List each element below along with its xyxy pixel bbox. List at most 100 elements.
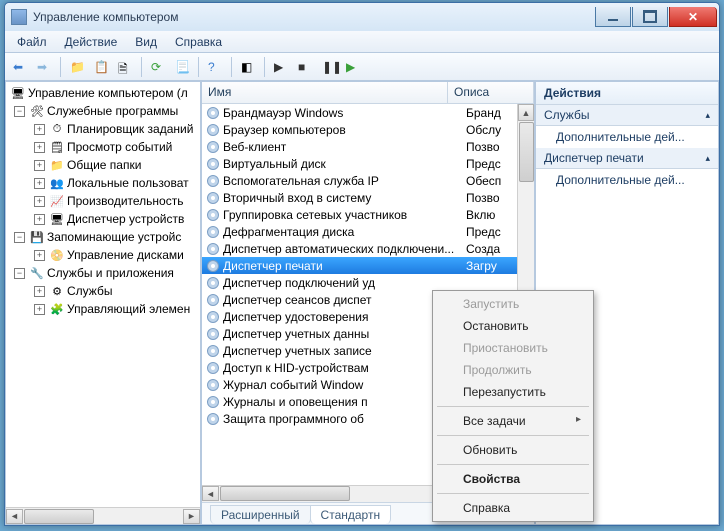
export-button[interactable]: 🗎 xyxy=(114,56,136,78)
menu-file[interactable]: Файл xyxy=(9,33,55,51)
tree-group[interactable]: −🔧Службы и приложения xyxy=(8,264,200,282)
service-name: Веб-клиент xyxy=(223,140,463,154)
context-item[interactable]: Перезапустить xyxy=(435,381,591,403)
group-icon: 💾 xyxy=(29,229,45,245)
tree-item[interactable]: +👥Локальные пользоват xyxy=(8,174,200,192)
tree-label: Служебные программы xyxy=(47,104,178,118)
service-row[interactable]: Вторичный вход в системуПозво xyxy=(202,189,534,206)
properties-button[interactable]: 📋 xyxy=(90,56,112,78)
tree-label: Локальные пользоват xyxy=(67,176,189,190)
action-item[interactable]: Дополнительные дей... xyxy=(536,126,718,148)
scroll-left-icon[interactable]: ◄ xyxy=(6,509,23,524)
pause-button[interactable]: ❚❚ xyxy=(318,56,340,78)
back-button[interactable]: ⬅ xyxy=(9,56,31,78)
service-row[interactable]: Вспомогательная служба IPОбесп xyxy=(202,172,534,189)
scroll-thumb[interactable] xyxy=(220,486,350,501)
expand-icon[interactable]: + xyxy=(34,160,45,171)
context-item[interactable]: Все задачи xyxy=(435,410,591,432)
up-button[interactable]: 📁 xyxy=(66,56,88,78)
gear-icon xyxy=(206,259,220,273)
stop-button[interactable]: ■ xyxy=(294,56,316,78)
scroll-right-icon[interactable]: ► xyxy=(183,509,200,524)
col-name[interactable]: Имя xyxy=(202,82,448,103)
context-item[interactable]: Свойства xyxy=(435,468,591,490)
tree-item[interactable]: +📁Общие папки xyxy=(8,156,200,174)
maximize-button[interactable] xyxy=(632,7,668,27)
tab-standard[interactable]: Стандартн xyxy=(310,505,392,524)
service-row[interactable]: Брандмауэр WindowsБранд xyxy=(202,104,534,121)
restart-button[interactable]: ▶ xyxy=(342,56,364,78)
gear-icon xyxy=(206,378,220,392)
minimize-button[interactable] xyxy=(595,7,631,27)
menu-separator xyxy=(437,406,589,407)
menu-action[interactable]: Действие xyxy=(57,33,126,51)
tree-group[interactable]: −💾Запоминающие устройс xyxy=(8,228,200,246)
collapse-icon: ▴ xyxy=(705,153,710,164)
action-group-header[interactable]: Диспетчер печати▴ xyxy=(536,148,718,169)
expand-icon[interactable]: + xyxy=(34,286,45,297)
expand-icon[interactable]: + xyxy=(34,304,45,315)
expand-icon[interactable]: + xyxy=(34,250,45,261)
expand-icon[interactable]: + xyxy=(34,124,45,135)
forward-button[interactable]: ➡ xyxy=(33,56,55,78)
tree-label: Просмотр событий xyxy=(67,140,172,154)
context-item[interactable]: Обновить xyxy=(435,439,591,461)
refresh-button[interactable]: ⟳ xyxy=(147,56,169,78)
tree-label: Управление компьютером (л xyxy=(28,86,188,100)
service-name: Диспетчер автоматических подключени... xyxy=(223,242,463,256)
scroll-left-icon[interactable]: ◄ xyxy=(202,486,219,501)
tree-item[interactable]: +🗒Просмотр событий xyxy=(8,138,200,156)
context-item: Запустить xyxy=(435,293,591,315)
gear-icon xyxy=(206,293,220,307)
tree-hscroll[interactable]: ◄ ► xyxy=(6,507,200,524)
titlebar[interactable]: Управление компьютером xyxy=(5,3,719,31)
collapse-icon[interactable]: − xyxy=(14,268,25,279)
tree-group[interactable]: −🛠Служебные программы xyxy=(8,102,200,120)
service-row[interactable]: Виртуальный дискПредс xyxy=(202,155,534,172)
tree-item[interactable]: +📀Управление дисками xyxy=(8,246,200,264)
col-desc[interactable]: Описа xyxy=(448,82,534,103)
service-name: Диспетчер учетных записе xyxy=(223,344,463,358)
tree-item[interactable]: +📈Производительность xyxy=(8,192,200,210)
scroll-thumb[interactable] xyxy=(519,122,534,182)
tree-root[interactable]: 🖥Управление компьютером (л xyxy=(8,84,200,102)
context-item: Продолжить xyxy=(435,359,591,381)
tree-item[interactable]: +🧩Управляющий элемен xyxy=(8,300,200,318)
service-row[interactable]: Диспетчер печатиЗагру xyxy=(202,257,534,274)
collapse-icon[interactable]: − xyxy=(14,232,25,243)
service-row[interactable]: Дефрагментация дискаПредс xyxy=(202,223,534,240)
service-name: Дефрагментация диска xyxy=(223,225,463,239)
gear-icon xyxy=(206,344,220,358)
expand-icon[interactable]: + xyxy=(34,142,45,153)
tree-label: Управляющий элемен xyxy=(67,302,190,316)
export-list-button[interactable]: 📃 xyxy=(171,56,193,78)
service-row[interactable]: Браузер компьютеровОбслу xyxy=(202,121,534,138)
tree-item[interactable]: +🖥Диспетчер устройств xyxy=(8,210,200,228)
tree-item[interactable]: +⚙Службы xyxy=(8,282,200,300)
start-button[interactable]: ▶ xyxy=(270,56,292,78)
scroll-thumb[interactable] xyxy=(24,509,94,524)
help-button[interactable]: ? xyxy=(204,56,226,78)
tree-item[interactable]: +⏱Планировщик заданий xyxy=(8,120,200,138)
tab-extended[interactable]: Расширенный xyxy=(210,505,311,524)
collapse-icon[interactable]: − xyxy=(14,106,25,117)
expand-icon[interactable]: + xyxy=(34,214,45,225)
context-item[interactable]: Справка xyxy=(435,497,591,519)
expand-icon[interactable]: + xyxy=(34,196,45,207)
expand-icon[interactable]: + xyxy=(34,178,45,189)
action-group-header[interactable]: Службы▴ xyxy=(536,105,718,126)
service-row[interactable]: Диспетчер автоматических подключени...Со… xyxy=(202,240,534,257)
service-name: Брандмауэр Windows xyxy=(223,106,463,120)
service-row[interactable]: Диспетчер подключений уд xyxy=(202,274,534,291)
action-item[interactable]: Дополнительные дей... xyxy=(536,169,718,191)
scroll-up-icon[interactable]: ▲ xyxy=(518,104,534,121)
close-button[interactable] xyxy=(669,7,717,27)
show-hide-button[interactable]: ◧ xyxy=(237,56,259,78)
context-item[interactable]: Остановить xyxy=(435,315,591,337)
item-icon: 🖥 xyxy=(49,211,65,227)
service-row[interactable]: Группировка сетевых участниковВклю xyxy=(202,206,534,223)
menu-help[interactable]: Справка xyxy=(167,33,230,51)
service-row[interactable]: Веб-клиентПозво xyxy=(202,138,534,155)
gear-icon xyxy=(206,208,220,222)
menu-view[interactable]: Вид xyxy=(127,33,165,51)
